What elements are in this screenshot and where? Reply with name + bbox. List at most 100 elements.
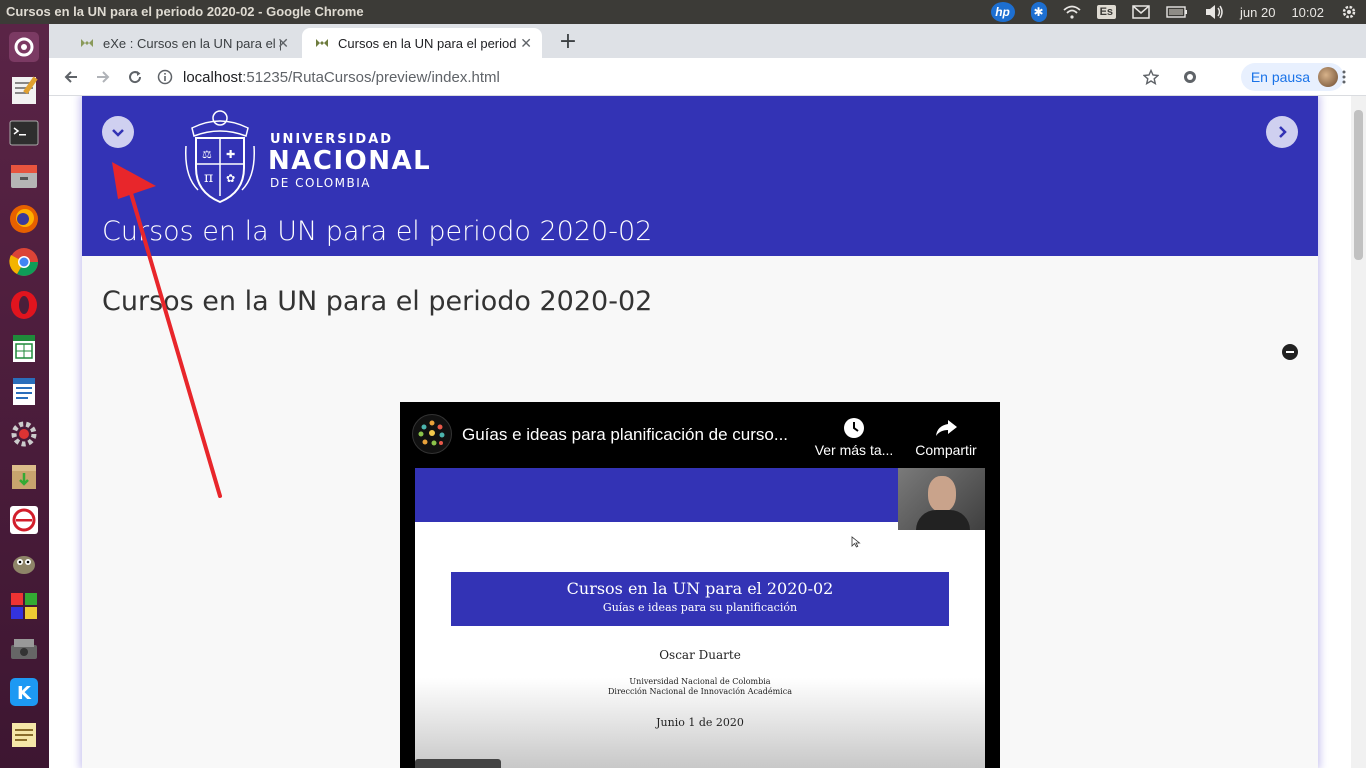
video-title[interactable]: Guías e ideas para planificación de curs… [462,425,788,445]
date-label[interactable]: jun 20 [1240,5,1275,20]
tab-exe-editor[interactable]: eXe : Cursos en la UN para el periodo 20… [67,28,299,58]
spreadsheet-icon[interactable] [5,329,43,367]
back-button[interactable] [59,65,83,89]
reload-button[interactable] [123,65,147,89]
watch-later-label: Ver más ta... [814,442,894,458]
profile-button[interactable]: En pausa [1240,63,1344,91]
clock-icon [844,418,864,438]
exe-editor-icon[interactable] [5,501,43,539]
windows-app-icon[interactable] [5,587,43,625]
keyboard-layout[interactable]: Es [1096,5,1117,19]
info-icon[interactable] [157,69,173,85]
extension-button[interactable] [1178,65,1202,89]
collapse-button[interactable] [1282,344,1298,360]
presenter-body [916,510,970,530]
scanner-icon[interactable] [5,630,43,668]
mouse-cursor-icon [851,536,861,548]
clock-label[interactable]: 10:02 [1291,5,1324,20]
chrome-icon[interactable] [5,243,43,281]
slide-date: Junio 1 de 2020 [656,716,744,729]
svg-text:π: π [204,170,213,186]
volume-icon[interactable] [1204,4,1224,20]
page-scrollbar[interactable] [1351,96,1366,768]
tab-label: Cursos en la UN para el periodo 2020-02 [338,35,516,51]
slide-affiliation-2: Dirección Nacional de Innovación Académi… [607,687,792,696]
video-header: Guías e ideas para planificación de curs… [400,402,1000,468]
page-title: Cursos en la UN para el periodo 2020-02 [102,286,653,317]
gimp-icon[interactable] [5,544,43,582]
close-icon[interactable]: ✕ [520,35,532,52]
settings-icon[interactable] [5,415,43,453]
chevron-right-icon [1279,126,1287,138]
terminal-icon[interactable] [5,114,43,152]
channel-avatar[interactable] [412,414,452,454]
bookmark-star-button[interactable] [1139,65,1163,89]
slide-subtitle: Guías e ideas para su planificación [602,601,798,614]
share-button[interactable]: Compartir [901,414,991,458]
exe-favicon-icon [81,39,93,47]
wifi-icon[interactable] [1062,5,1081,19]
coat-of-arms-icon: ⚖ ✚ π ✿ [185,110,255,204]
scroll-thumb[interactable] [1354,110,1363,260]
university-name-line3: DE COLOMBIA [270,176,371,190]
exe-favicon-icon [316,39,328,47]
menu-button[interactable] [1332,65,1356,89]
files-icon[interactable] [5,157,43,195]
next-page-button[interactable] [1266,116,1298,148]
url-host: localhost [183,68,243,86]
watch-later-button[interactable]: Ver más ta... [809,414,899,458]
forward-button[interactable] [91,65,115,89]
tab-label: eXe : Cursos en la UN para el periodo 20… [103,35,281,51]
page-header: ⚖ ✚ π ✿ UNIVERSIDAD NACIONAL DE COLOMBIA… [82,96,1318,256]
mail-icon[interactable] [1132,5,1150,19]
share-label: Compartir [915,442,977,458]
channel-logo-icon [418,420,445,446]
hp-icon[interactable]: hp [990,2,1015,22]
arrow-left-icon [64,71,77,83]
battery-icon[interactable] [1166,6,1188,18]
share-icon [936,420,957,436]
top-panel: Cursos en la UN para el periodo 2020-02 … [0,0,1366,24]
svg-text:✿: ✿ [226,172,235,185]
slide-author: Oscar Duarte [659,648,741,662]
university-name-line1: UNIVERSIDAD [270,132,394,147]
toggle-menu-button[interactable] [102,116,134,148]
page-viewport: ⚖ ✚ π ✿ UNIVERSIDAD NACIONAL DE COLOMBIA… [49,96,1366,768]
slide-title: Cursos en la UN para el 2020-02 [566,579,834,598]
presenter-face [928,476,956,512]
firefox-icon[interactable] [5,200,43,238]
writer-icon[interactable] [5,372,43,410]
close-icon[interactable]: ✕ [277,35,289,52]
video-bottom-tab [415,759,501,768]
video-frame: Cursos en la UN para el 2020-02 Guías e … [415,468,985,768]
kde-app-icon[interactable]: K [5,673,43,711]
slide-affiliation-1: Universidad Nacional de Colombia [629,677,771,686]
text-editor-icon[interactable] [5,71,43,109]
new-tab-button[interactable]: + [554,30,582,56]
kebab-menu-icon [1342,70,1346,84]
installer-icon[interactable] [5,458,43,496]
window-title: Cursos en la UN para el periodo 2020-02 … [6,4,364,19]
svg-text:⚖: ⚖ [202,148,212,161]
svg-text:K: K [17,683,32,704]
slide-title-box: Cursos en la UN para el 2020-02 Guías e … [451,572,949,626]
address-bar[interactable]: localhost:51235/RutaCursos/preview/index… [157,62,1207,92]
tab-preview[interactable]: Cursos en la UN para el periodo 2020-02 … [302,28,542,58]
youtube-embed[interactable]: Guías e ideas para planificación de curs… [400,402,1000,768]
star-icon [1143,69,1159,85]
bluetooth-icon[interactable]: ✱ [1030,2,1047,22]
launcher: K [0,24,49,768]
header-title: Cursos en la UN para el periodo 2020-02 [102,216,653,247]
webcam-thumbnail [898,468,985,530]
opera-icon[interactable] [5,286,43,324]
chevron-down-icon [112,129,124,137]
browser-toolbar: localhost:51235/RutaCursos/preview/index… [49,58,1366,96]
gear-icon[interactable] [1340,3,1358,21]
extension-icon [1184,71,1196,83]
svg-text:✚: ✚ [226,148,235,161]
reload-icon [129,71,142,84]
ubuntu-dash-icon[interactable] [5,28,43,66]
tab-strip: eXe : Cursos en la UN para el periodo 20… [49,24,1366,58]
page-content: ⚖ ✚ π ✿ UNIVERSIDAD NACIONAL DE COLOMBIA… [82,96,1318,768]
notes-icon[interactable] [5,716,43,754]
